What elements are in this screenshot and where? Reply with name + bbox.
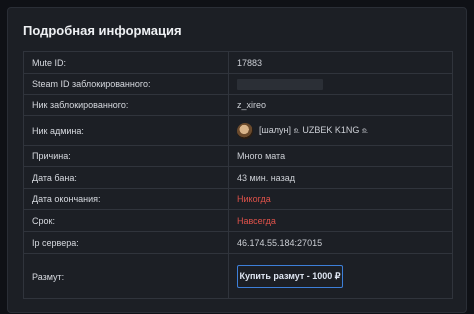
row-reason: Причина: Много мата: [24, 146, 452, 167]
label-ban-date: Дата бана:: [24, 167, 229, 188]
details-table: Mute ID: 17883 Steam ID заблокированного…: [23, 51, 453, 299]
label-steam-id: Steam ID заблокированного:: [24, 74, 229, 94]
details-modal: Подробная информация Mute ID: 17883 Stea…: [7, 7, 467, 313]
label-banned-nick: Ник заблокированного:: [24, 95, 229, 115]
value-term: Навсегда: [237, 215, 276, 226]
row-term: Срок: Навсегда: [24, 210, 452, 232]
admin-avatar-icon: [237, 122, 253, 139]
label-admin-nick: Ник админа:: [24, 116, 229, 145]
row-unmute: Размут: Купить размут - 1000 ₽: [24, 254, 452, 299]
buy-unmute-button[interactable]: Купить размут - 1000 ₽: [237, 265, 343, 288]
value-ban-date: 43 мин. назад: [237, 172, 295, 183]
label-unmute: Размут:: [24, 254, 229, 299]
label-mute-id: Mute ID:: [24, 52, 229, 73]
admin-nick-text[interactable]: [шалун] ௨ UZBEK K1NG ௨: [259, 125, 368, 137]
steam-id-redacted: [237, 78, 323, 90]
row-mute-id: Mute ID: 17883: [24, 52, 452, 74]
value-end-date: Никогда: [237, 194, 271, 204]
row-ban-date: Дата бана: 43 мин. назад: [24, 167, 452, 189]
label-end-date: Дата окончания:: [24, 189, 229, 209]
value-steam-id: [229, 74, 452, 94]
value-mute-id: 17883: [237, 57, 263, 68]
modal-title: Подробная информация: [23, 23, 182, 38]
row-banned-nick: Ник заблокированного: z_xireo: [24, 95, 452, 116]
value-server-ip: 46.174.55.184:27015: [237, 237, 323, 248]
row-end-date: Дата окончания: Никогда: [24, 189, 452, 210]
value-unmute: Купить размут - 1000 ₽: [229, 254, 452, 299]
row-admin-nick: Ник админа: [шалун] ௨ UZBEK K1NG ௨: [24, 116, 452, 146]
row-server-ip: Ip сервера: 46.174.55.184:27015: [24, 232, 452, 254]
value-reason: Много мата: [237, 151, 286, 161]
label-term: Срок:: [24, 210, 229, 231]
label-reason: Причина:: [24, 146, 229, 166]
label-server-ip: Ip сервера:: [24, 232, 229, 253]
value-admin-nick[interactable]: [шалун] ௨ UZBEK K1NG ௨: [229, 116, 452, 145]
value-banned-nick: z_xireo: [237, 100, 267, 110]
row-steam-id: Steam ID заблокированного:: [24, 74, 452, 95]
